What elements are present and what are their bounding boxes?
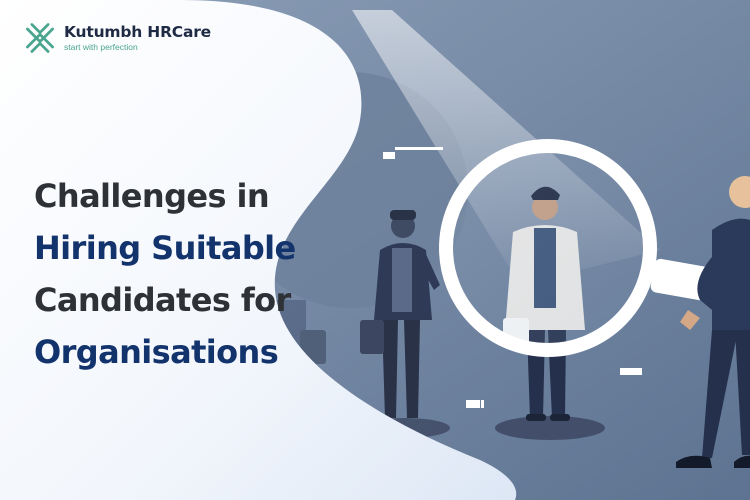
kutumbh-logo-icon — [26, 23, 54, 53]
floor-disc-center — [495, 416, 605, 440]
headline-line-3: Candidates for — [34, 281, 291, 319]
brand-tagline: start with perfection — [64, 42, 138, 52]
page-title: Challenges in Hiring Suitable Candidates… — [34, 170, 296, 378]
brand-logo[interactable]: Kutumbh HRCare start with perfection — [22, 20, 211, 56]
brand-name: Kutumbh HRCare — [64, 23, 211, 41]
headline-line-4: Organisations — [34, 333, 279, 371]
headline-line-2: Hiring Suitable — [34, 229, 296, 267]
headline-line-1: Challenges in — [34, 177, 270, 215]
brand-text: Kutumbh HRCare start with perfection — [64, 23, 211, 53]
